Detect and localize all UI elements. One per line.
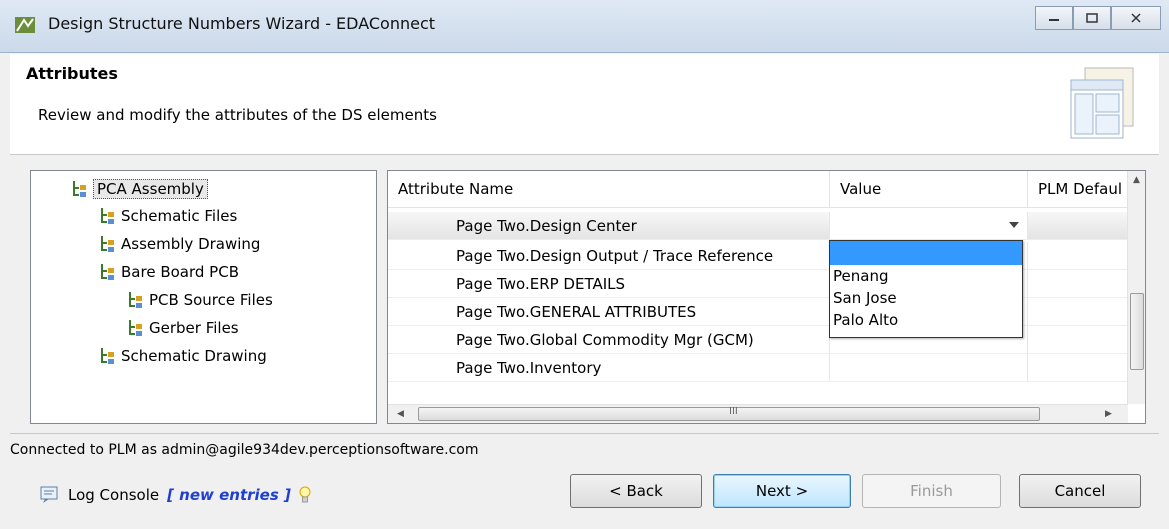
maximize-button[interactable] <box>1073 6 1111 30</box>
ds-element-tree[interactable]: PCA Assembly Schematic Files Assembly Dr… <box>30 170 377 424</box>
wizard-header: Attributes Review and modify the attribu… <box>10 54 1159 155</box>
attribute-name-cell: Page Two.GENERAL ATTRIBUTES <box>388 298 830 326</box>
horizontal-scrollbar[interactable]: ◀ III ▶ <box>388 404 1128 423</box>
tree-item-pca-assembly[interactable]: PCA Assembly <box>71 179 208 199</box>
tree-item-bare-board-pcb[interactable]: Bare Board PCB <box>99 263 239 281</box>
minimize-button[interactable] <box>1035 6 1073 30</box>
tree-item-label: PCA Assembly <box>93 179 208 199</box>
scroll-up-icon[interactable]: ▲ <box>1128 171 1145 188</box>
tree-item-label: Bare Board PCB <box>121 263 239 281</box>
next-button[interactable]: Next > <box>713 474 851 508</box>
table-header: Attribute Name Value PLM Defaul <box>388 171 1128 208</box>
plm-default-cell <box>1028 326 1128 354</box>
page-description: Review and modify the attributes of the … <box>38 106 437 124</box>
dropdown-option-empty[interactable] <box>830 241 1022 265</box>
log-console-label: Log Console <box>68 486 160 504</box>
attribute-name-cell: Page Two.Global Commodity Mgr (GCM) <box>388 326 830 354</box>
column-header-attribute-name[interactable]: Attribute Name <box>388 171 830 207</box>
attribute-name-cell: Page Two.Inventory <box>388 354 830 382</box>
close-icon <box>1131 13 1141 23</box>
tree-item-gerber-files[interactable]: Gerber Files <box>127 319 239 337</box>
tree-item-label: PCB Source Files <box>149 291 273 309</box>
value-cell[interactable] <box>830 354 1028 382</box>
scroll-left-icon[interactable]: ◀ <box>392 405 409 423</box>
console-icon <box>40 486 58 503</box>
connection-status: Connected to PLM as admin@agile934dev.pe… <box>10 442 479 458</box>
plm-default-cell <box>1028 270 1128 298</box>
plm-default-cell <box>1028 212 1128 240</box>
vertical-scrollbar[interactable]: ▲ <box>1127 171 1145 404</box>
tree-item-assembly-drawing[interactable]: Assembly Drawing <box>99 235 260 253</box>
finish-button[interactable]: Finish <box>862 474 1001 508</box>
value-dropdown-list[interactable]: Penang San Jose Palo Alto <box>829 240 1023 338</box>
dropdown-option-san-jose[interactable]: San Jose <box>830 287 1022 309</box>
tree-item-schematic-files[interactable]: Schematic Files <box>99 207 237 225</box>
dropdown-option-penang[interactable]: Penang <box>830 265 1022 287</box>
dropdown-option-palo-alto[interactable]: Palo Alto <box>830 309 1022 331</box>
log-console-link[interactable]: Log Console [ new entries ] <box>40 486 311 504</box>
back-button[interactable]: < Back <box>570 474 702 508</box>
new-entries-label: [ new entries ] <box>167 486 291 504</box>
maximize-icon <box>1086 13 1098 23</box>
structure-node-icon <box>129 320 142 336</box>
window-title: Design Structure Numbers Wizard - EDACon… <box>48 14 436 33</box>
attribute-name-cell: Page Two.Design Output / Trace Reference <box>388 242 830 270</box>
value-combo[interactable] <box>830 212 1028 240</box>
window-layout-icon <box>1070 67 1134 139</box>
table-row[interactable]: Page Two.Design Center <box>388 212 1128 240</box>
close-button[interactable] <box>1111 6 1161 30</box>
tree-item-schematic-drawing[interactable]: Schematic Drawing <box>99 347 267 365</box>
column-header-value[interactable]: Value <box>830 171 1028 207</box>
lightbulb-icon <box>299 486 311 503</box>
structure-node-icon <box>73 181 86 197</box>
horizontal-scroll-thumb[interactable]: III <box>418 406 1040 421</box>
chevron-down-icon[interactable] <box>1009 222 1019 228</box>
tree-item-pcb-source-files[interactable]: PCB Source Files <box>127 291 273 309</box>
cancel-button[interactable]: Cancel <box>1019 474 1141 508</box>
tree-item-label: Gerber Files <box>149 319 239 337</box>
plm-default-cell <box>1028 242 1128 270</box>
attributes-table: Attribute Name Value PLM Defaul Page Two… <box>387 170 1146 424</box>
table-row[interactable]: Page Two.Inventory <box>388 354 1128 382</box>
structure-node-icon <box>101 208 114 224</box>
page-title: Attributes <box>26 64 118 83</box>
footer-divider <box>10 433 1159 434</box>
tree-item-label: Assembly Drawing <box>121 235 261 253</box>
column-header-plm-default[interactable]: PLM Defaul <box>1028 171 1128 207</box>
structure-node-icon <box>101 348 114 364</box>
plm-default-cell <box>1028 354 1128 382</box>
attribute-name-cell: Page Two.ERP DETAILS <box>388 270 830 298</box>
structure-node-icon <box>101 264 114 280</box>
scroll-right-icon[interactable]: ▶ <box>1100 405 1117 423</box>
title-bar: Design Structure Numbers Wizard - EDACon… <box>0 0 1169 53</box>
structure-node-icon <box>129 292 142 308</box>
plm-default-cell <box>1028 298 1128 326</box>
structure-node-icon <box>101 236 114 252</box>
minimize-icon <box>1049 19 1059 21</box>
vertical-scroll-thumb[interactable] <box>1130 293 1144 370</box>
attribute-name-cell: Page Two.Design Center <box>388 212 830 240</box>
scroll-grip: III <box>729 406 738 417</box>
tree-item-label: Schematic Drawing <box>121 347 267 365</box>
eda-connect-icon <box>15 17 35 33</box>
tree-item-label: Schematic Files <box>121 207 238 225</box>
